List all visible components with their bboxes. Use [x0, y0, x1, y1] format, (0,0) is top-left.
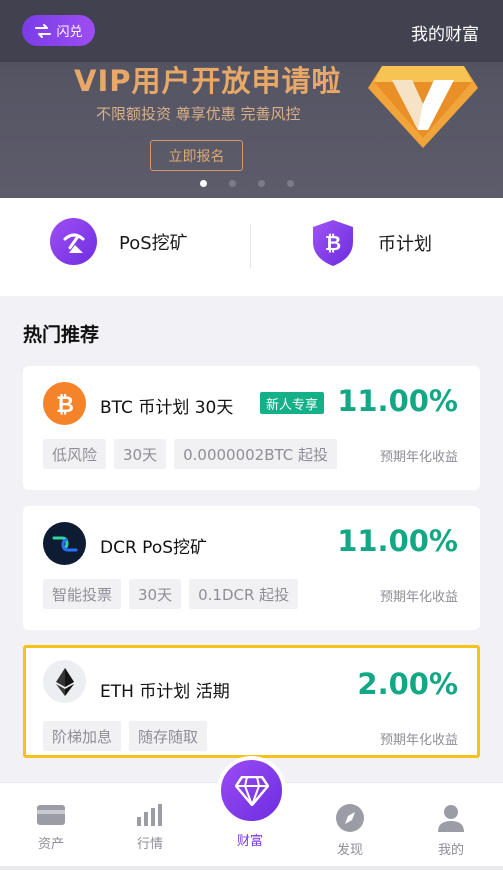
vip-logo-icon	[368, 66, 478, 148]
user-icon	[438, 805, 464, 832]
wealth-center-button[interactable]	[217, 756, 286, 825]
section-title: 热门推荐	[23, 324, 100, 346]
banner-subtitle: 不限额投资 尊享优惠 完善风控	[96, 105, 301, 123]
btc-icon: ₿	[43, 382, 86, 425]
tab-label: 发现	[336, 843, 363, 858]
pickaxe-icon	[50, 218, 97, 265]
product-rate: 11.00%	[337, 384, 458, 418]
tab-discover[interactable]: 发现	[320, 803, 380, 858]
bitcoin-shield-icon: ₿	[313, 220, 353, 266]
carousel-dot[interactable]	[200, 180, 207, 187]
tab-label: 资产	[37, 837, 64, 852]
quick-entry-pos-mining[interactable]: PoS挖矿	[50, 218, 188, 265]
product-tag: 随存随取	[129, 721, 208, 751]
product-name: ETH 币计划 活期	[100, 682, 230, 702]
quick-entries: PoS挖矿 ₿ 币计划	[0, 198, 503, 296]
home-indicator	[0, 866, 503, 870]
product-card-eth[interactable]: ETH 币计划 活期 2.00% 阶梯加息 随存随取 预期年化收益	[23, 645, 480, 758]
product-name: BTC 币计划 30天	[100, 398, 234, 418]
tab-assets[interactable]: 资产	[21, 803, 81, 852]
rate-label: 预期年化收益	[379, 733, 458, 748]
eth-icon	[43, 660, 86, 703]
flash-exchange-button[interactable]: 闪兑	[22, 15, 95, 46]
wallet-icon	[37, 805, 65, 825]
tab-label: 财富	[236, 834, 263, 849]
swap-arrows-icon	[35, 23, 52, 38]
quick-entry-label: PoS挖矿	[119, 232, 188, 254]
product-tag: 智能投票	[43, 579, 122, 609]
product-tag: 阶梯加息	[43, 721, 122, 751]
carousel-dot[interactable]	[229, 180, 236, 187]
carousel-indicator[interactable]	[200, 180, 294, 187]
svg-text:₿: ₿	[325, 231, 341, 255]
tab-label: 我的	[437, 843, 464, 858]
diamond-icon	[234, 775, 269, 806]
quick-entry-coin-plan[interactable]: ₿ 币计划	[310, 218, 432, 268]
carousel-dot[interactable]	[287, 180, 294, 187]
product-tags: 智能投票 30天 0.1DCR 起投	[43, 579, 299, 609]
page-title: 我的财富	[411, 25, 479, 45]
product-rate: 11.00%	[337, 524, 458, 558]
product-tag: 低风险	[43, 439, 107, 469]
product-card-btc[interactable]: ₿ BTC 币计划 30天 新人专享 11.00% 低风险 30天 0.0000…	[23, 366, 480, 490]
svg-text:₿: ₿	[56, 393, 74, 417]
product-card-dcr[interactable]: DCR PoS挖矿 11.00% 智能投票 30天 0.1DCR 起投 预期年化…	[23, 506, 480, 630]
product-name: DCR PoS挖矿	[100, 538, 208, 558]
compass-icon	[336, 804, 364, 832]
quick-entry-label: 币计划	[378, 234, 432, 255]
banner-title: VIP用户开放申请啦	[74, 64, 342, 98]
rate-label: 预期年化收益	[379, 450, 458, 465]
tab-label: 行情	[136, 837, 163, 852]
divider	[250, 224, 251, 268]
dcr-icon	[43, 522, 86, 565]
product-tag: 0.1DCR 起投	[189, 579, 299, 609]
flash-exchange-label: 闪兑	[56, 25, 83, 40]
new-user-badge: 新人专享	[260, 392, 325, 414]
tab-mine[interactable]: 我的	[421, 803, 481, 858]
product-tag: 30天	[129, 579, 182, 609]
tab-market[interactable]: 行情	[120, 803, 180, 852]
product-tags: 阶梯加息 随存随取	[43, 721, 208, 751]
product-tag: 30天	[114, 439, 167, 469]
signup-button[interactable]: 立即报名	[150, 140, 243, 171]
tab-wealth[interactable]: 财富	[220, 830, 280, 849]
promo-banner[interactable]: 闪兑 我的财富 VIP用户开放申请啦 不限额投资 尊享优惠 完善风控 立即报名	[0, 0, 503, 198]
rate-label: 预期年化收益	[379, 590, 458, 605]
carousel-dot[interactable]	[258, 180, 265, 187]
product-tag: 0.0000002BTC 起投	[174, 439, 338, 469]
bar-chart-icon	[137, 804, 162, 826]
product-tags: 低风险 30天 0.0000002BTC 起投	[43, 439, 338, 469]
product-rate: 2.00%	[357, 667, 458, 701]
